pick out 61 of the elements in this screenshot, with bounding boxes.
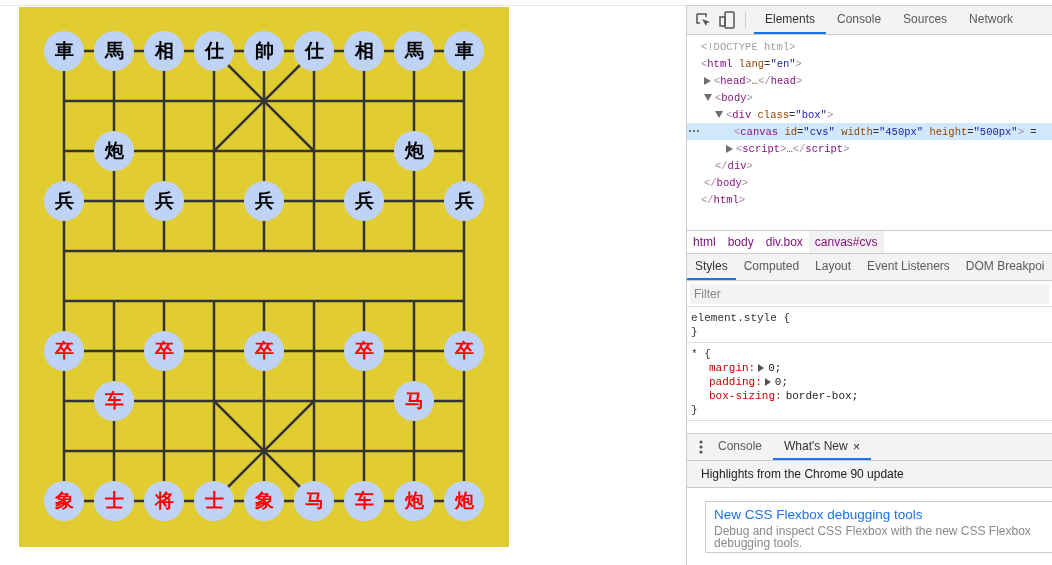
closing-tag: </html> [701, 193, 746, 206]
expand-icon[interactable] [704, 76, 711, 85]
devtools-tab[interactable]: Console [826, 6, 893, 34]
closing-tag: </body> [704, 176, 749, 189]
devtools-tab[interactable]: Sources [892, 6, 959, 34]
chess-piece[interactable]: 馬 [394, 31, 434, 71]
css-value[interactable]: 0; [774, 375, 788, 389]
chess-piece[interactable]: 炮 [94, 131, 134, 171]
breadcrumb[interactable]: html [687, 231, 722, 253]
css-property[interactable]: margin: [709, 361, 756, 375]
css-value[interactable]: border-box; [785, 389, 859, 403]
inspect-icon[interactable] [695, 12, 711, 28]
css-selector: * { [691, 347, 712, 361]
collapse-icon[interactable] [704, 94, 712, 101]
feature-description: Debug and inspect CSS Flexbox with the new CSS Flexbox debugging tools. [714, 525, 1032, 549]
chess-piece[interactable]: 兵 [344, 181, 384, 221]
breadcrumb[interactable]: div.box [759, 231, 809, 253]
whats-new-headline: Highlights from the Chrome 90 update [687, 461, 1052, 488]
filter-field[interactable]: Filter [690, 284, 1049, 304]
dom-node[interactable]: <div class="box"> [726, 108, 834, 121]
chess-piece[interactable]: 兵 [444, 181, 484, 221]
chess-piece[interactable]: 相 [144, 31, 184, 71]
closing-brace: } [691, 325, 699, 339]
dom-node[interactable]: <head>…</head> [714, 74, 803, 87]
chess-piece[interactable]: 兵 [144, 181, 184, 221]
expand-icon[interactable] [726, 144, 733, 153]
css-value[interactable]: 0; [768, 361, 782, 375]
expand-icon[interactable] [758, 364, 765, 372]
chess-piece[interactable]: 仕 [194, 31, 234, 71]
chess-piece[interactable]: 車 [44, 31, 84, 71]
device-icon[interactable] [719, 11, 735, 29]
css-property[interactable]: padding: [709, 375, 762, 389]
chess-piece[interactable]: 帥 [244, 31, 284, 71]
drawer-tab[interactable]: Console [707, 434, 774, 460]
styles-tab[interactable]: Styles [687, 254, 736, 280]
chess-piece[interactable]: 相 [344, 31, 384, 71]
chess-piece[interactable]: 兵 [244, 181, 284, 221]
chess-piece[interactable]: 炮 [394, 131, 434, 171]
css-property[interactable]: box-sizing: [709, 389, 782, 403]
chess-piece[interactable]: 仕 [294, 31, 334, 71]
chess-piece[interactable]: 馬 [94, 31, 134, 71]
devtools-tab[interactable]: Elements [754, 6, 827, 34]
styles-tab[interactable]: DOM Breakpoi [957, 254, 1052, 280]
chess-piece[interactable]: 車 [444, 31, 484, 71]
breadcrumb[interactable]: canvas#cvs [808, 231, 884, 253]
styles-tab[interactable]: Layout [807, 254, 860, 280]
styles-tab[interactable]: Computed [735, 254, 808, 280]
closing-tag: </div> [715, 159, 753, 172]
breadcrumb[interactable]: body [721, 231, 760, 253]
dom-node[interactable]: <body> [715, 91, 753, 104]
css-selector: element.style { [691, 311, 792, 325]
devtools-tab[interactable]: Network [958, 6, 1025, 34]
styles-tab[interactable]: Event Listeners [859, 254, 958, 280]
chess-piece[interactable]: 兵 [44, 181, 84, 221]
dom-node[interactable]: <html lang="en"> [701, 57, 802, 70]
close-icon[interactable]: × [852, 438, 861, 454]
menu-icon[interactable] [699, 440, 703, 454]
feature-link[interactable]: New CSS Flexbox debugging tools [714, 507, 1044, 522]
expand-icon[interactable] [764, 378, 771, 386]
dom-node[interactable]: <script>…</script> [736, 142, 850, 155]
closing-brace: } [691, 403, 699, 417]
